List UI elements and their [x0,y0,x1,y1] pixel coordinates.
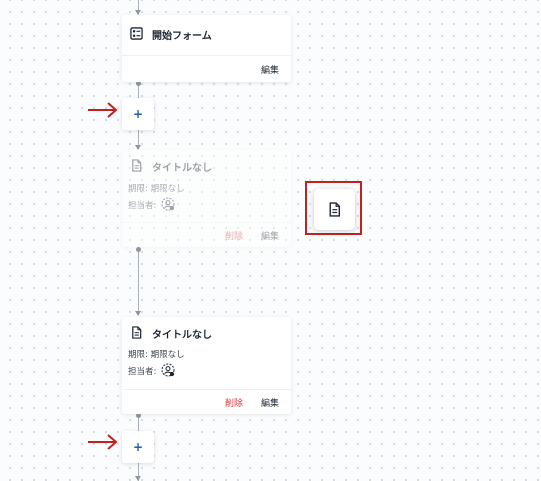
assignee-label: 担当者: [128,201,157,211]
card-footer: 削除 編集 [122,389,291,415]
deadline-text: 期限: 期限なし [128,350,185,360]
red-arrow-annotation [88,434,118,450]
ghost-task-card: タイトルなし 期限: 期限なし 担当者: 削除 編集 [122,150,291,247]
card-footer: 編集 [122,55,291,83]
delete-button[interactable]: 削除 [225,396,243,409]
deadline-text: 期限: 期限なし [128,184,185,194]
document-icon [132,326,142,339]
start-form-title: 開始フォーム [152,31,212,42]
add-step-button[interactable]: + [122,431,154,463]
add-step-button[interactable]: + [122,98,154,130]
connector-arrowhead [135,311,141,316]
document-icon [132,159,142,172]
assignee-avatar-icon [161,197,175,211]
task-title: タイトルなし [152,330,212,341]
ghost-task-title: タイトルなし [152,163,212,174]
form-icon [130,27,143,40]
document-icon [329,202,341,217]
task-card[interactable]: タイトルなし 期限: 期限なし 担当者: 削除 編集 [122,317,291,414]
red-arrow-annotation [88,102,118,118]
delete-button: 削除 [224,232,243,242]
edit-button[interactable]: 編集 [261,63,279,76]
edit-button: 編集 [260,232,279,242]
connector-ghost-to-task [138,247,139,315]
assignee-label: 担当者: [128,367,157,377]
connector-arrowhead [135,476,141,481]
dragged-task-tile[interactable] [314,189,355,230]
card-footer: 削除 編集 [122,222,291,248]
edit-button[interactable]: 編集 [261,396,279,409]
assignee-avatar-icon[interactable] [161,363,175,377]
start-form-card[interactable]: 開始フォーム 編集 [122,15,291,82]
